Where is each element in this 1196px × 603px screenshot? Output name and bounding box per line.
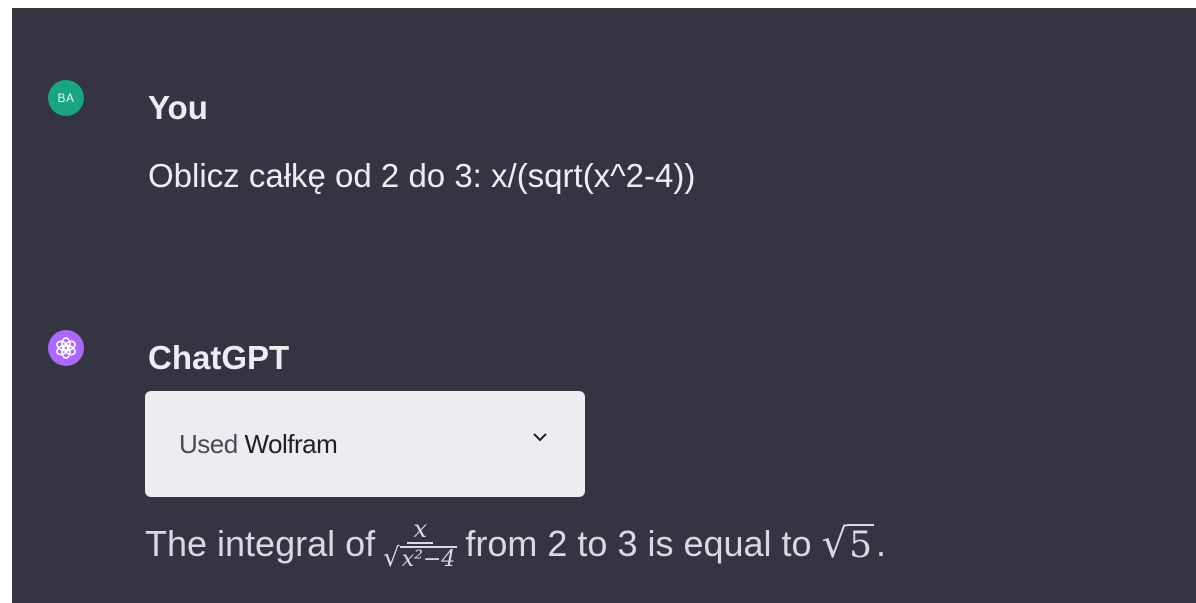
radical-icon: √: [821, 521, 848, 567]
openai-logo-icon: [56, 337, 76, 359]
radicand-expression: x²−4: [399, 546, 458, 572]
user-author-name: You: [148, 89, 208, 126]
result-square-root: √ 5: [822, 522, 874, 566]
answer-suffix: .: [875, 523, 886, 564]
chat-thread: BA You Oblicz całkę od 2 do 3: x/(sqrt(x…: [12, 8, 1196, 603]
fraction-numerator: x: [407, 516, 434, 544]
fraction-denominator: √ x²−4: [383, 543, 458, 573]
answer-prefix: The integral of: [145, 523, 376, 564]
answer-middle: from 2 to 3 is equal to: [465, 523, 812, 564]
user-avatar: BA: [48, 80, 84, 116]
tool-usage-label: Used Wolfram: [179, 428, 338, 460]
assistant-answer-text: The integral of x √ x²−4 from 2 to 3 is …: [145, 514, 886, 574]
tool-name: Wolfram: [244, 428, 338, 459]
assistant-author-name: ChatGPT: [148, 339, 290, 376]
user-message-text: Oblicz całkę od 2 do 3: x/(sqrt(x^2-4)): [148, 157, 696, 194]
math-fraction: x √ x²−4: [383, 516, 458, 573]
radical-icon: √: [383, 543, 400, 573]
result-radicand: 5: [847, 524, 874, 566]
assistant-avatar: [48, 330, 84, 366]
tool-usage-toggle[interactable]: Used Wolfram: [145, 391, 585, 497]
chevron-down-icon: [533, 433, 547, 442]
user-avatar-initials: BA: [57, 91, 75, 105]
tool-used-prefix: Used: [179, 428, 238, 459]
